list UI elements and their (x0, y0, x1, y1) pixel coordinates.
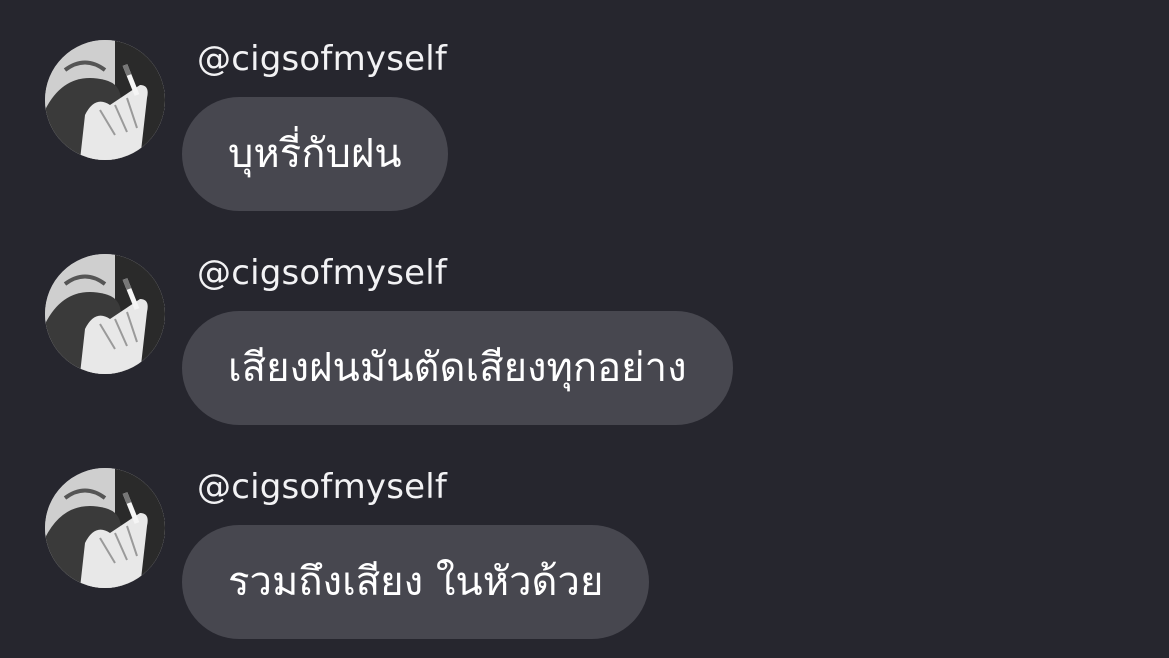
message-bubble[interactable]: รวมถึงเสียง ในหัวด้วย (182, 525, 650, 639)
hand-holding-cigarette-photo-icon (45, 468, 165, 588)
message-bubble[interactable]: เสียงฝนมันตัดเสียงทุกอย่าง (182, 311, 733, 425)
username[interactable]: @cigsofmyself (197, 466, 447, 508)
hand-holding-cigarette-photo-icon (45, 254, 165, 374)
chat-thread: @cigsofmyself บุหรี่กับฝน @cigsofmyself … (0, 0, 1169, 658)
avatar[interactable] (45, 254, 165, 374)
username[interactable]: @cigsofmyself (197, 252, 447, 294)
hand-holding-cigarette-photo-icon (45, 40, 165, 160)
message-bubble[interactable]: บุหรี่กับฝน (182, 97, 448, 211)
avatar[interactable] (45, 468, 165, 588)
username[interactable]: @cigsofmyself (197, 38, 447, 80)
avatar[interactable] (45, 40, 165, 160)
